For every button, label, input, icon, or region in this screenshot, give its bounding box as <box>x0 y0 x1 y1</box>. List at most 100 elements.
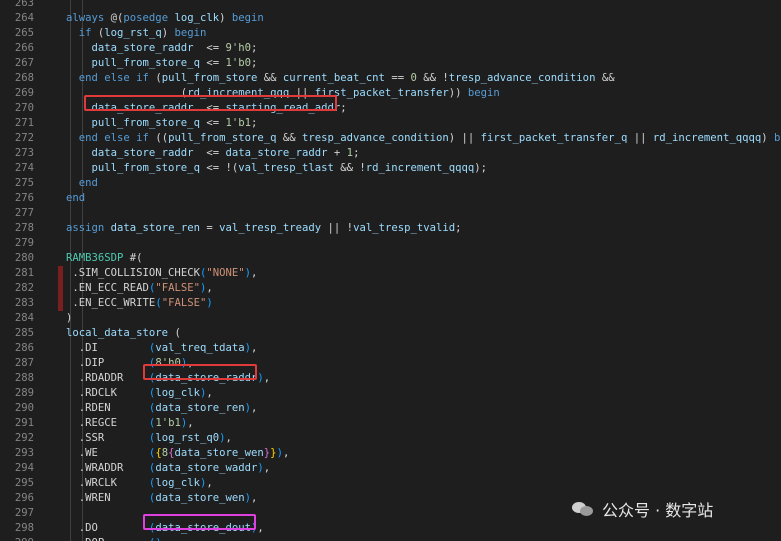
code-token: WRADDR <box>85 462 124 474</box>
line-number: 297 <box>14 507 34 519</box>
line-number: 269 <box>14 87 34 99</box>
line-number: 270 <box>14 102 34 114</box>
code-line[interactable]: 265 if (log_rst_q) begin <box>0 26 781 41</box>
code-line[interactable]: 264 always @(posedge log_clk) begin <box>0 11 781 26</box>
code-token: ; <box>250 117 258 129</box>
code-line[interactable]: 289 .RDCLK (log_clk), <box>0 386 781 401</box>
code-text: end else if ((pull_from_store_q && tresp… <box>66 131 781 146</box>
line-number: 266 <box>14 42 34 54</box>
code-line[interactable]: 276 end <box>0 191 781 206</box>
code-token: 1'b1 <box>155 417 181 429</box>
code-token: pull_from_store <box>161 72 258 84</box>
code-token: EN_ECC_READ <box>78 282 149 294</box>
code-text: if (log_rst_q) begin <box>66 26 207 41</box>
code-token: ( <box>123 462 156 474</box>
code-token: REGCE <box>85 417 118 429</box>
code-token: , <box>206 282 213 294</box>
code-token: end else if <box>78 132 149 144</box>
code-token: && ! <box>416 72 449 84</box>
code-token: , <box>251 402 258 414</box>
code-line[interactable]: 279 <box>0 236 781 251</box>
code-text: .RDEN (data_store_ren), <box>66 401 258 416</box>
line-number: 294 <box>14 462 34 474</box>
code-token: tresp_advance_condition <box>448 72 596 84</box>
code-text: pull_from_store_q <= 1'b0; <box>66 56 258 71</box>
git-diff-marker <box>58 266 63 281</box>
line-number: 275 <box>14 177 34 189</box>
code-token: . <box>66 297 79 309</box>
line-number: 286 <box>14 342 34 354</box>
code-line[interactable]: 267 pull_from_store_q <= 1'b0; <box>0 56 781 71</box>
code-token: (( <box>148 132 169 144</box>
code-line[interactable]: 287 .DIP (8'h0), <box>0 356 781 371</box>
code-token: . <box>66 537 85 541</box>
git-diff-marker <box>58 281 63 296</box>
code-token: 9'h0 <box>225 42 251 54</box>
code-token: "FALSE" <box>161 297 207 309</box>
code-line[interactable]: 282 .EN_ECC_READ("FALSE"), <box>0 281 781 296</box>
code-token: , <box>263 372 271 384</box>
code-token: ) || <box>448 132 481 144</box>
code-token: posedge <box>123 12 169 24</box>
code-text: .SIM_COLLISION_CHECK("NONE"), <box>66 266 257 281</box>
line-number: 268 <box>14 72 34 84</box>
code-token: ( <box>117 387 156 399</box>
code-token: data_store_raddr <box>91 42 194 54</box>
code-line[interactable]: 271 pull_from_store_q <= 1'b1; <box>0 116 781 131</box>
code-text: pull_from_store_q <= !(val_tresp_tlast &… <box>66 161 487 176</box>
code-token: SIM_COLLISION_CHECK <box>78 267 200 279</box>
code-text: end <box>66 191 85 206</box>
code-token: ( <box>110 402 156 414</box>
code-editor[interactable]: 263 264 always @(posedge log_clk) begin 265… <box>0 0 781 541</box>
code-token: val_tresp_tvalid <box>353 222 456 234</box>
code-token: WE <box>85 447 98 459</box>
code-line[interactable]: 295 .WRCLK (log_clk), <box>0 476 781 491</box>
code-line[interactable]: 281 .SIM_COLLISION_CHECK("NONE"), <box>0 266 781 281</box>
code-token: . <box>66 357 86 369</box>
code-line[interactable]: 266 data_store_raddr <= 9'h0; <box>0 41 781 56</box>
code-line[interactable]: 272 end else if ((pull_from_store_q && t… <box>0 131 781 146</box>
code-line[interactable]: 284) <box>0 311 781 326</box>
code-token: 1'b1 <box>225 117 251 129</box>
code-line[interactable]: 292 .SSR (log_rst_q0), <box>0 431 781 446</box>
code-line[interactable]: 278 assign data_store_ren = val_tresp_tre… <box>0 221 781 236</box>
code-token: data_store_wen <box>174 447 264 459</box>
code-token: first_packet_transfer_q <box>480 132 628 144</box>
code-line[interactable]: 290 .RDEN (data_store_ren), <box>0 401 781 416</box>
code-token: , <box>206 477 213 489</box>
code-line[interactable]: 286 .DI (val_treq_tdata), <box>0 341 781 356</box>
code-line[interactable]: 298 .DO (data_store_dout), <box>0 521 781 536</box>
code-line[interactable]: 293 .WE ({8{data_store_wen}}), <box>0 446 781 461</box>
line-number: 289 <box>14 387 34 399</box>
chat-bubble-icon <box>572 500 594 518</box>
code-line[interactable]: 294 .WRADDR (data_store_waddr), <box>0 461 781 476</box>
code-line[interactable]: 299 .DOP (), <box>0 536 781 541</box>
code-line[interactable]: 280 RAMB36SDP #( <box>0 251 781 266</box>
code-token: end <box>66 192 86 204</box>
code-line[interactable]: 285 local_data_store ( <box>0 326 781 341</box>
code-token: data_store_raddr <box>225 147 328 159</box>
code-line[interactable]: 275 end <box>0 176 781 191</box>
code-token: ; <box>250 42 258 54</box>
line-number: 272 <box>14 132 34 144</box>
code-line[interactable]: 283 .EN_ECC_WRITE("FALSE") <box>0 296 781 311</box>
code-token: RDADDR <box>85 372 124 384</box>
code-line[interactable]: 268 end else if (pull_from_store && curr… <box>0 71 781 86</box>
code-line[interactable]: 263 <box>0 0 781 11</box>
code-token: , <box>257 522 264 534</box>
code-line[interactable]: 273 data_store_raddr <= data_store_raddr… <box>0 146 781 161</box>
code-token: ( <box>117 417 156 429</box>
watermark: 公众号 · 数字站 <box>572 496 713 522</box>
code-token: <= <box>193 42 226 54</box>
code-line[interactable]: 288 .RDADDR (data_store_raddr), <box>0 371 781 386</box>
code-token: rd_increment_qqqq <box>365 162 475 174</box>
code-line[interactable]: 277 <box>0 206 781 221</box>
code-line[interactable]: 291 .REGCE (1'b1), <box>0 416 781 431</box>
code-line[interactable]: 274 pull_from_store_q <= !(val_tresp_tla… <box>0 161 781 176</box>
code-token: begin <box>231 12 264 24</box>
code-token: ( <box>104 432 156 444</box>
code-token: log_clk <box>155 387 200 399</box>
code-token: , <box>263 462 271 474</box>
